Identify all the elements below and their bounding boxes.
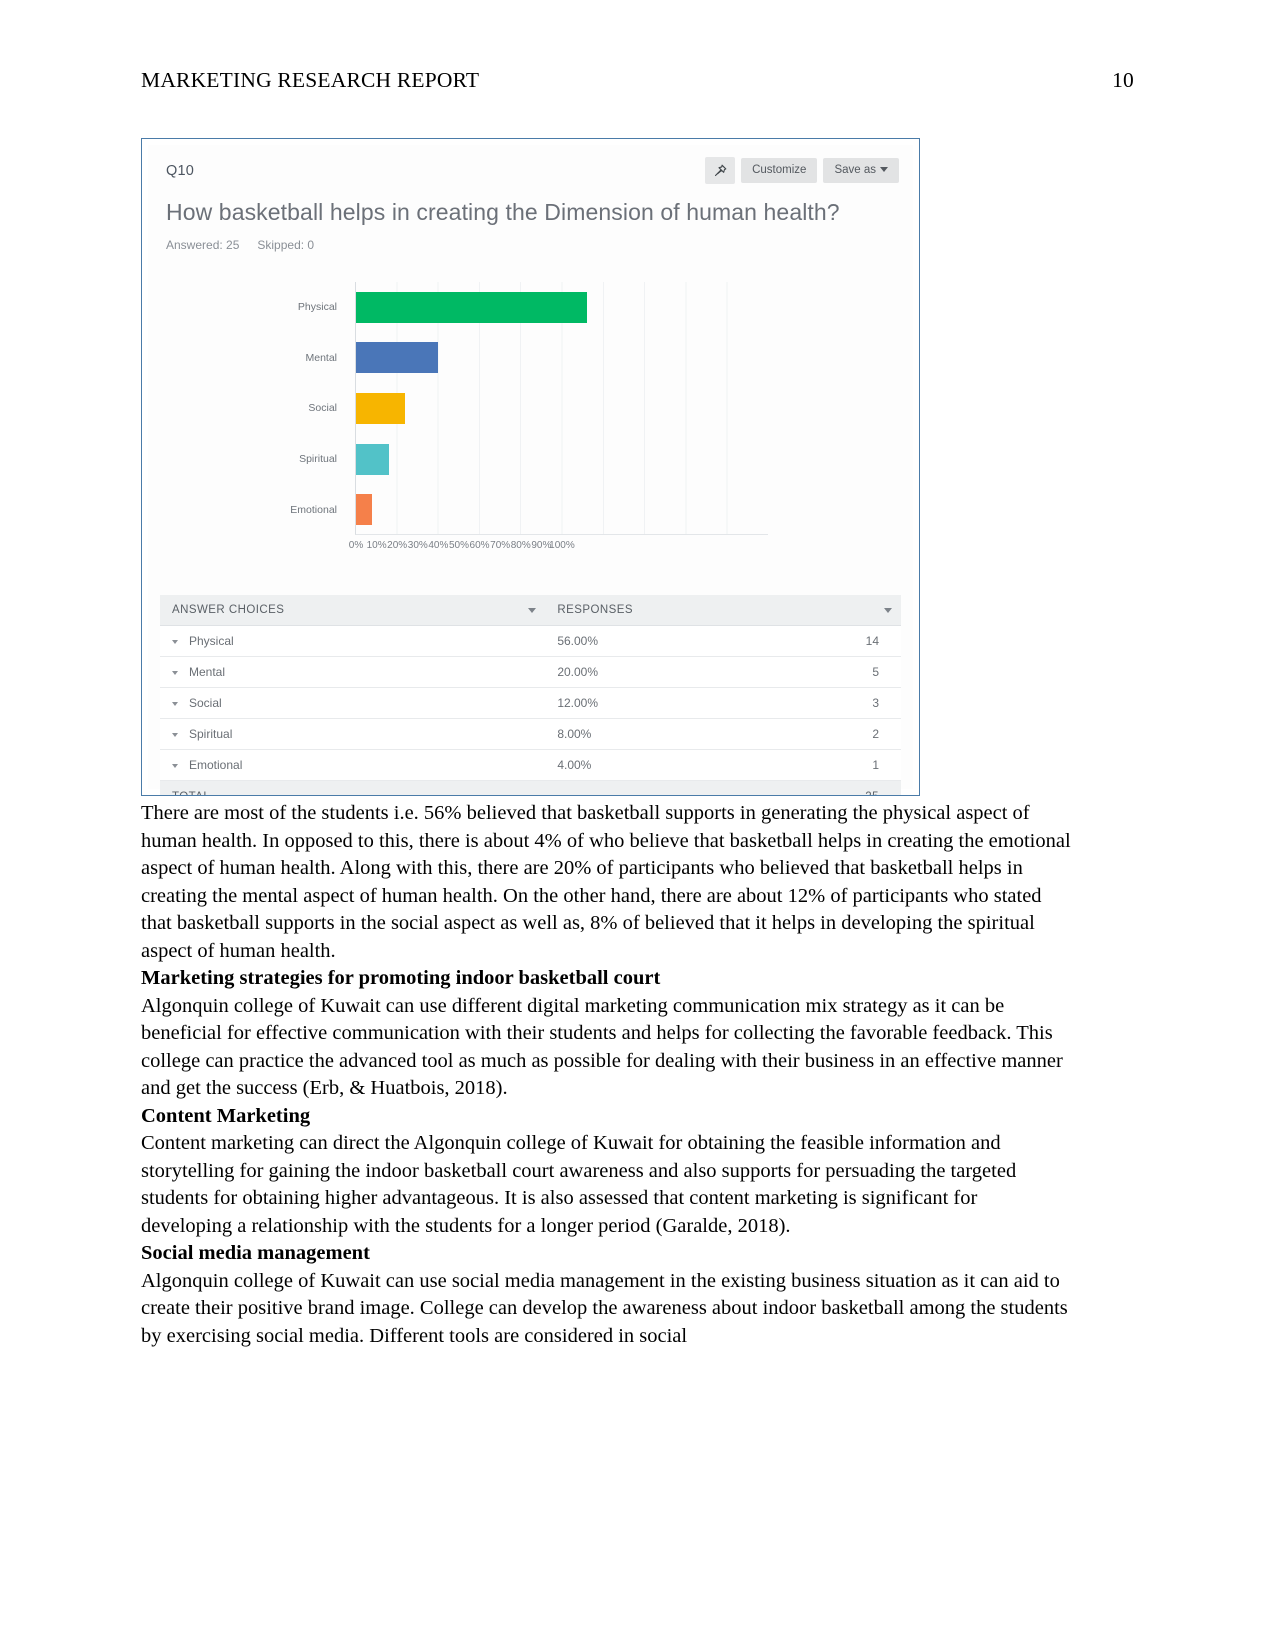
chart-category-label: Emotional: [290, 503, 337, 516]
table-row: Social 12.00% 3: [160, 687, 901, 719]
chart-category-label: Social: [308, 402, 337, 415]
running-head: MARKETING RESEARCH REPORT 10: [141, 68, 1134, 93]
table-row: Physical 56.00% 14: [160, 625, 901, 657]
table-total-row: TOTAL 25: [160, 780, 901, 795]
save-as-label: Save as: [834, 163, 876, 176]
chart-bar-row: [356, 434, 768, 485]
total-count: 25: [789, 780, 901, 795]
chart-bar-row: [356, 282, 768, 333]
cell-answer-choice: Emotional: [160, 749, 546, 781]
header-responses-label: RESPONSES: [557, 604, 633, 616]
survey-result-card: Q10 Customize Save as How basketball hel…: [141, 138, 920, 796]
chart-bar-physical: [356, 291, 587, 323]
heading-social-media-management: Social media management: [141, 1242, 370, 1264]
skipped-count: Skipped: 0: [257, 238, 315, 252]
chart-category-labels: Physical Mental Social Spiritual Emotion…: [148, 282, 348, 535]
chart-category-label: Mental: [305, 351, 337, 364]
table-header-row: ANSWER CHOICES RESPONSES: [160, 595, 901, 626]
cell-answer-choice: Spiritual: [160, 718, 546, 750]
chart-bar-mental: [356, 342, 439, 374]
pin-icon[interactable]: [705, 157, 736, 184]
paragraph-social-media: Algonquin college of Kuwait can use soci…: [141, 1269, 1068, 1347]
cell-response-count: 1: [789, 749, 901, 781]
header-answer-choices-label: ANSWER CHOICES: [172, 604, 285, 616]
answer-choice-label: Physical: [189, 634, 234, 648]
paragraph-content-marketing: Content marketing can direct the Algonqu…: [141, 1132, 1017, 1237]
survey-card-inner: Q10 Customize Save as How basketball hel…: [148, 145, 913, 795]
chart-x-axis: 0% 10% 20% 30% 40% 50% 60% 70% 80% 90% 1…: [349, 540, 768, 551]
answer-choice-label: Spiritual: [189, 727, 233, 741]
cell-response-count: 14: [789, 625, 901, 657]
header-response-counts[interactable]: [789, 595, 901, 626]
heading-content-marketing: Content Marketing: [141, 1104, 311, 1127]
results-table-head: ANSWER CHOICES RESPONSES: [160, 595, 901, 626]
row-expand-caret-icon[interactable]: [172, 701, 178, 706]
cell-response-count: 2: [789, 718, 901, 750]
cell-answer-choice: Mental: [160, 656, 546, 688]
cell-response-percent: 12.00%: [545, 687, 790, 719]
chart-bar-row: [356, 383, 768, 434]
chart-bar-row: [356, 484, 768, 535]
chart-category-label: Physical: [297, 301, 337, 314]
document-page: MARKETING RESEARCH REPORT 10 Q10 Customi…: [0, 0, 1275, 1651]
total-percent-empty: [545, 780, 790, 795]
response-bar-chart: Physical Mental Social Spiritual Emotion…: [148, 276, 913, 576]
row-expand-caret-icon[interactable]: [172, 639, 178, 644]
question-id: Q10: [166, 163, 195, 179]
running-head-title: MARKETING RESEARCH REPORT: [141, 68, 480, 92]
answer-choice-label: Social: [189, 696, 222, 710]
chart-bar-social: [356, 392, 406, 424]
results-table: ANSWER CHOICES RESPONSES Physical 56.00%…: [160, 595, 901, 795]
cell-answer-choice: Social: [160, 687, 546, 719]
chart-bar-row: [356, 333, 768, 384]
table-row: Emotional 4.00% 1: [160, 749, 901, 781]
heading-marketing-strategies: Marketing strategies for promoting indoo…: [141, 967, 661, 989]
answered-count: Answered: 25: [166, 238, 240, 252]
paragraph-digital-mix: Algonquin college of Kuwait can use diff…: [141, 994, 1063, 1100]
cell-response-percent: 4.00%: [545, 749, 790, 781]
page-number: 10: [1112, 68, 1134, 92]
survey-response-meta: Answered: 25 Skipped: 0: [166, 238, 913, 252]
x-axis-tick: 100%: [549, 540, 575, 551]
chart-bar-spiritual: [356, 443, 389, 475]
answer-choice-label: Emotional: [189, 758, 243, 772]
sort-caret-icon[interactable]: [528, 608, 537, 613]
total-label: TOTAL: [160, 780, 546, 795]
results-table-body: Physical 56.00% 14 Mental 20.00% 5 Socia…: [160, 625, 901, 795]
cell-response-percent: 20.00%: [545, 656, 790, 688]
row-expand-caret-icon[interactable]: [172, 732, 178, 737]
question-text: How basketball helps in creating the Dim…: [166, 199, 840, 225]
chart-category-label: Spiritual: [299, 453, 337, 466]
survey-toolbar-actions: Customize Save as: [705, 157, 899, 184]
cell-response-percent: 8.00%: [545, 718, 790, 750]
customize-button[interactable]: Customize: [741, 157, 818, 184]
header-answer-choices[interactable]: ANSWER CHOICES: [160, 595, 546, 626]
table-row: Mental 20.00% 5: [160, 656, 901, 688]
cell-response-count: 3: [789, 687, 901, 719]
paragraph-survey-analysis: There are most of the students i.e. 56% …: [141, 802, 1071, 962]
survey-toolbar: Q10 Customize Save as: [148, 145, 913, 191]
cell-answer-choice: Physical: [160, 625, 546, 657]
chart-bars: [356, 282, 768, 535]
chevron-down-icon: [880, 167, 888, 173]
row-expand-caret-icon[interactable]: [172, 763, 178, 768]
header-responses[interactable]: RESPONSES: [545, 595, 790, 626]
row-expand-caret-icon[interactable]: [172, 670, 178, 675]
answer-choice-label: Mental: [189, 665, 226, 679]
table-row: Spiritual 8.00% 2: [160, 718, 901, 750]
body-copy: There are most of the students i.e. 56% …: [141, 800, 1071, 1350]
cell-response-count: 5: [789, 656, 901, 688]
save-as-button[interactable]: Save as: [823, 157, 899, 184]
chart-bar-emotional: [356, 494, 373, 526]
sort-caret-icon[interactable]: [884, 608, 892, 613]
cell-response-percent: 56.00%: [545, 625, 790, 657]
